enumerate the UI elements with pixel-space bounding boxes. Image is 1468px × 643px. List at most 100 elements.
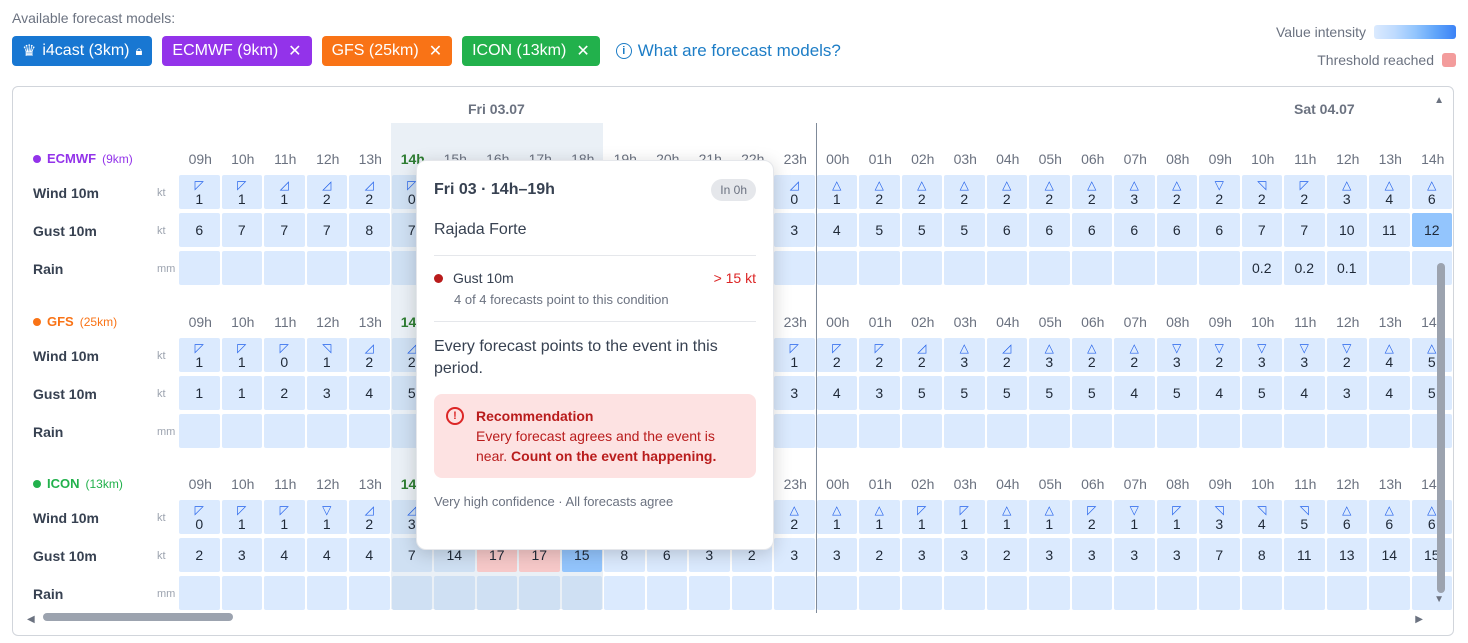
chip-icon[interactable]: ICON (13km) ✕ xyxy=(462,36,600,66)
gust-cell[interactable]: 6 xyxy=(179,213,220,247)
gust-cell[interactable]: 11 xyxy=(1284,538,1325,572)
wind-cell[interactable]: ▽ 3 xyxy=(1241,338,1282,372)
wind-cell[interactable]: △ 6 xyxy=(1326,500,1367,534)
gust-cell[interactable]: 1 xyxy=(221,376,262,410)
wind-cell[interactable]: △ 2 xyxy=(944,175,985,209)
wind-cell[interactable]: △ 2 xyxy=(1156,175,1197,209)
gust-cell[interactable]: 3 xyxy=(774,538,815,572)
gust-cell[interactable]: 5 xyxy=(1156,376,1197,410)
rain-cell[interactable] xyxy=(1071,414,1112,448)
wind-cell[interactable]: ◸ 1 xyxy=(179,175,220,209)
gust-cell[interactable]: 3 xyxy=(1114,538,1155,572)
rain-cell[interactable] xyxy=(264,414,305,448)
gust-cell[interactable]: 3 xyxy=(1156,538,1197,572)
wind-cell[interactable]: ◸ 2 xyxy=(816,338,857,372)
rain-cell[interactable] xyxy=(349,576,390,610)
gust-cell[interactable]: 1 xyxy=(179,376,220,410)
gust-cell[interactable]: 4 xyxy=(1114,376,1155,410)
wind-cell[interactable]: △ 6 xyxy=(1369,500,1410,534)
wind-cell[interactable]: ▽ 2 xyxy=(1326,338,1367,372)
rain-cell[interactable] xyxy=(1241,414,1282,448)
wind-cell[interactable]: △ 1 xyxy=(1029,500,1070,534)
gust-cell[interactable]: 12 xyxy=(1411,213,1452,247)
wind-cell[interactable]: ◸ 0 xyxy=(179,500,220,534)
rain-cell[interactable] xyxy=(901,414,942,448)
rain-cell[interactable] xyxy=(179,414,220,448)
rain-cell[interactable] xyxy=(859,251,900,285)
close-icon[interactable]: ✕ xyxy=(288,41,301,61)
gust-cell[interactable]: 14 xyxy=(1369,538,1410,572)
gust-cell[interactable]: 4 xyxy=(264,538,305,572)
gust-cell[interactable]: 3 xyxy=(774,213,815,247)
gust-cell[interactable]: 3 xyxy=(901,538,942,572)
rain-cell[interactable] xyxy=(1326,414,1367,448)
wind-cell[interactable]: ◿ 2 xyxy=(901,338,942,372)
rain-cell[interactable] xyxy=(944,576,985,610)
gust-cell[interactable]: 2 xyxy=(859,538,900,572)
wind-cell[interactable]: ◸ 1 xyxy=(944,500,985,534)
gust-cell[interactable]: 2 xyxy=(179,538,220,572)
wind-cell[interactable]: ◸ 1 xyxy=(901,500,942,534)
rain-cell[interactable] xyxy=(221,251,262,285)
wind-cell[interactable]: △ 3 xyxy=(1114,175,1155,209)
rain-cell[interactable] xyxy=(1411,251,1452,285)
rain-cell[interactable] xyxy=(986,251,1027,285)
rain-cell[interactable] xyxy=(1241,576,1282,610)
gust-cell[interactable]: 7 xyxy=(264,213,305,247)
rain-cell[interactable] xyxy=(1369,414,1410,448)
wind-cell[interactable]: △ 4 xyxy=(1369,338,1410,372)
wind-cell[interactable]: △ 2 xyxy=(1071,175,1112,209)
wind-cell[interactable]: △ 3 xyxy=(1326,175,1367,209)
rain-cell[interactable] xyxy=(816,414,857,448)
horizontal-scrollbar[interactable] xyxy=(43,613,233,621)
gust-cell[interactable]: 4 xyxy=(1284,376,1325,410)
scroll-up-arrow[interactable]: ▲ xyxy=(1434,95,1444,106)
gust-cell[interactable]: 5 xyxy=(986,376,1027,410)
wind-cell[interactable]: △ 4 xyxy=(1369,175,1410,209)
gust-cell[interactable]: 3 xyxy=(816,538,857,572)
rain-cell[interactable] xyxy=(264,576,305,610)
gust-cell[interactable]: 7 xyxy=(306,213,347,247)
rain-cell[interactable] xyxy=(816,576,857,610)
gust-cell[interactable]: 5 xyxy=(901,213,942,247)
gust-cell[interactable]: 4 xyxy=(816,213,857,247)
wind-cell[interactable]: ◹ 1 xyxy=(306,338,347,372)
rain-cell[interactable] xyxy=(901,251,942,285)
wind-cell[interactable]: △ 2 xyxy=(901,175,942,209)
rain-cell[interactable] xyxy=(1156,414,1197,448)
wind-cell[interactable]: ◿ 0 xyxy=(774,175,815,209)
vertical-scrollbar[interactable] xyxy=(1437,263,1445,593)
gust-cell[interactable]: 3 xyxy=(1071,538,1112,572)
rain-cell[interactable] xyxy=(1071,576,1112,610)
forecast-models-info-link[interactable]: i What are forecast models? xyxy=(615,41,841,61)
rain-cell[interactable] xyxy=(604,576,645,610)
gust-cell[interactable]: 5 xyxy=(1071,376,1112,410)
close-icon[interactable]: ✕ xyxy=(576,41,589,61)
gust-cell[interactable]: 11 xyxy=(1369,213,1410,247)
gust-cell[interactable]: 7 xyxy=(221,213,262,247)
gust-cell[interactable]: 3 xyxy=(221,538,262,572)
wind-cell[interactable]: ▽ 1 xyxy=(306,500,347,534)
wind-cell[interactable]: ◸ 1 xyxy=(179,338,220,372)
wind-cell[interactable]: ◹ 4 xyxy=(1241,500,1282,534)
wind-cell[interactable]: ◿ 2 xyxy=(349,500,390,534)
rain-cell[interactable] xyxy=(1199,251,1240,285)
gust-cell[interactable]: 4 xyxy=(816,376,857,410)
gust-cell[interactable]: 7 xyxy=(1284,213,1325,247)
rain-cell[interactable] xyxy=(1284,414,1325,448)
gust-cell[interactable]: 4 xyxy=(306,538,347,572)
wind-cell[interactable]: △ 2 xyxy=(986,175,1027,209)
wind-cell[interactable]: ▽ 3 xyxy=(1284,338,1325,372)
rain-cell[interactable] xyxy=(774,576,815,610)
rain-cell[interactable] xyxy=(1369,251,1410,285)
gust-cell[interactable]: 2 xyxy=(986,538,1027,572)
rain-cell[interactable] xyxy=(349,251,390,285)
rain-cell[interactable] xyxy=(1411,576,1452,610)
rain-cell[interactable] xyxy=(1284,576,1325,610)
rain-cell[interactable] xyxy=(1156,576,1197,610)
rain-cell[interactable] xyxy=(264,251,305,285)
scroll-right-arrow[interactable]: ▶ xyxy=(1415,614,1423,625)
gust-cell[interactable]: 5 xyxy=(944,213,985,247)
wind-cell[interactable]: ◸ 2 xyxy=(1071,500,1112,534)
rain-cell[interactable] xyxy=(519,576,560,610)
